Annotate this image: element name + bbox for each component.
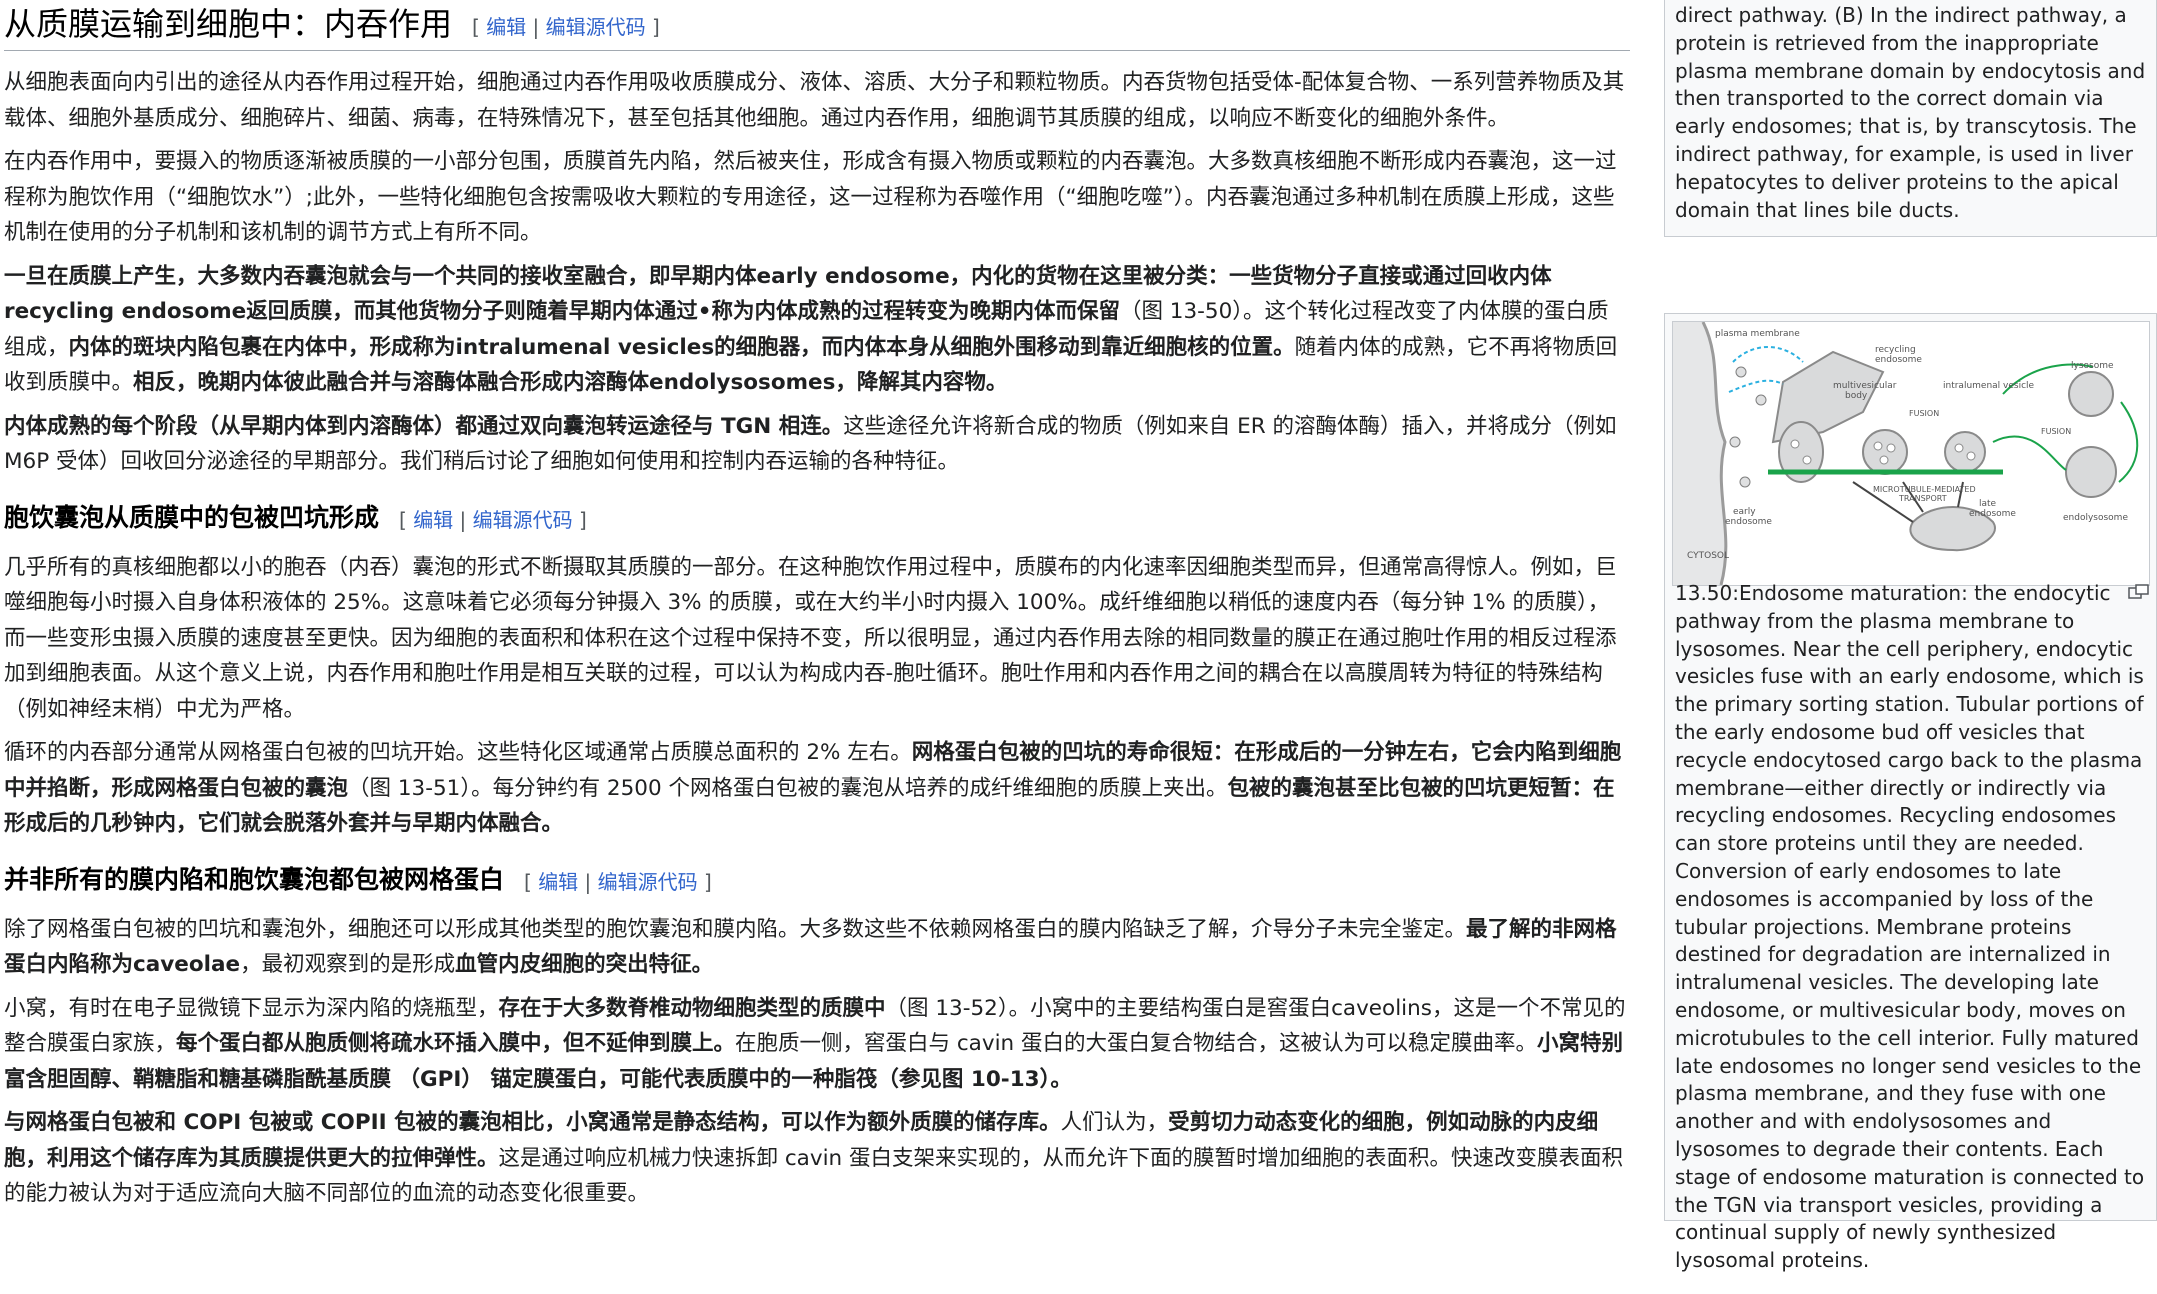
label-recycling: recycling bbox=[1875, 345, 1916, 355]
text: ，最初观察到的是形成 bbox=[240, 952, 456, 977]
label-recycling-endosome: endosome bbox=[1875, 355, 1922, 365]
bold-text: 内体的斑块内陷包裹在内体中，形成称为intralumenal vesicles的… bbox=[68, 334, 1295, 360]
endolysosome bbox=[2065, 446, 2117, 498]
bold-text: 血管内皮细胞的突出特征。 bbox=[455, 952, 714, 977]
intralumenal-vesicle bbox=[1790, 439, 1800, 449]
edit-link[interactable]: 编辑 bbox=[413, 508, 453, 532]
label-multivesicular: multivesicular bbox=[1833, 381, 1897, 391]
label-fusion: FUSION bbox=[2041, 427, 2071, 436]
label-late: late bbox=[1979, 499, 1997, 509]
intralumenal-vesicle bbox=[1879, 455, 1889, 465]
edit-source-link[interactable]: 编辑源代码 bbox=[473, 508, 573, 532]
cytosol-region bbox=[1673, 322, 1726, 585]
subsection-title: 胞饮囊泡从质膜中的包被凹坑形成 bbox=[4, 503, 380, 533]
label-transport: TRANSPORT bbox=[1898, 494, 1947, 503]
endosome-maturation-figure[interactable]: plasma membrane recycling endosome multi… bbox=[1672, 321, 2150, 586]
edit-source-link[interactable]: 编辑源代码 bbox=[546, 15, 646, 39]
edit-source-link[interactable]: 编辑源代码 bbox=[598, 870, 698, 894]
label-late-endosome: endosome bbox=[1969, 509, 2016, 519]
intralumenal-vesicle bbox=[1966, 451, 1976, 461]
recycling-arrow bbox=[1732, 346, 1804, 363]
paragraph: 几乎所有的真核细胞都以小的胞吞（内吞）囊泡的形式不断摄取其质膜的一部分。在这种胞… bbox=[4, 554, 1617, 722]
text: 在胞质一侧，窖蛋白与 cavin 蛋白的大蛋白复合物结合，这被认为可以稳定膜曲率… bbox=[735, 1031, 1538, 1056]
text: 循环的内吞部分通常从网格蛋白包被的凹坑开始。这些特化区域通常占质膜总面积的 2%… bbox=[4, 740, 912, 765]
endosome-diagram: plasma membrane recycling endosome multi… bbox=[1673, 321, 2139, 586]
section-heading: 从质膜运输到细胞中：内吞作用 [ 编辑 | 编辑源代码 ] bbox=[4, 0, 1630, 51]
label-early-endosome: endosome bbox=[1725, 517, 1772, 527]
figure-thumbnail: plasma membrane recycling endosome multi… bbox=[1664, 313, 2157, 1272]
text: 除了网格蛋白包被的凹坑和囊泡外，细胞还可以形成其他类型的胞饮囊泡和膜内陷。大多数… bbox=[4, 916, 1467, 942]
paragraph: 与网格蛋白包被和 COPI 包被或 COPII 包被的囊泡相比，小窝通常是静态结… bbox=[4, 1105, 1630, 1212]
label-plasma-membrane: plasma membrane bbox=[1715, 329, 1800, 339]
text: （图 13-51）。每分钟约有 2500 个网格蛋白包被的囊泡从培养的成纤维细胞… bbox=[348, 775, 1228, 801]
subsection-heading: 胞饮囊泡从质膜中的包被凹坑形成 [ 编辑 | 编辑源代码 ] bbox=[4, 498, 1630, 540]
text: 人们认为， bbox=[1060, 1110, 1169, 1135]
edit-link[interactable]: 编辑 bbox=[538, 870, 578, 894]
paragraph: 一旦在质膜上产生，大多数内吞囊泡就会与一个共同的接收室融合，即早期内体early… bbox=[4, 259, 1630, 401]
edit-link[interactable]: 编辑 bbox=[486, 15, 526, 39]
section-title: 从质膜运输到细胞中：内吞作用 bbox=[4, 5, 453, 44]
intralumenal-vesicle bbox=[1954, 443, 1964, 453]
bold-text: 相反，晚期内体彼此融合并与溶酶体融合形成内溶酶体endolysosomes，降解… bbox=[133, 370, 1008, 395]
paragraph: 循环的内吞部分通常从网格蛋白包被的凹坑开始。这些特化区域通常占质膜总面积的 2%… bbox=[4, 735, 1630, 842]
paragraph: 小窝，有时在电子显微镜下显示为深内陷的烧瓶型，存在于大多数脊椎动物细胞类型的质膜… bbox=[4, 991, 1630, 1098]
label-fusion: FUSION bbox=[1909, 409, 1939, 418]
paragraph: 在内吞作用中，要摄入的物质逐渐被质膜的一小部分包围，质膜首先内陷，然后被夹住，形… bbox=[4, 149, 1617, 245]
bold-text: 每个蛋白都从胞质侧将疏水环插入膜中，但不延伸到膜上。 bbox=[176, 1031, 736, 1056]
edit-section-links: [ 编辑 | 编辑源代码 ] bbox=[524, 870, 712, 894]
subsection-heading: 并非所有的膜内陷和胞饮囊泡都包被网格蛋白 [ 编辑 | 编辑源代码 ] bbox=[4, 860, 1630, 902]
label-microtubule: MICROTUBULE-MEDIATED bbox=[1873, 485, 1976, 494]
multivesicular-body bbox=[1862, 429, 1908, 475]
recycling-arrow bbox=[1728, 379, 1784, 393]
edit-section-links: [ 编辑 | 编辑源代码 ] bbox=[472, 14, 660, 39]
label-endolysosome: endolysosome bbox=[2063, 513, 2128, 523]
fusion-arrow bbox=[1992, 435, 2067, 471]
intralumenal-vesicle bbox=[1886, 443, 1896, 453]
paragraph: 内体成熟的每个阶段（从早期内体到内溶酶体）都通过双向囊泡转运途径与 TGN 相连… bbox=[4, 409, 1630, 480]
figure-caption: 13.50:Endosome maturation: the endocytic… bbox=[1675, 581, 2145, 1273]
vesicle bbox=[1729, 436, 1741, 448]
text: 小窝，有时在电子显微镜下显示为深内陷的烧瓶型， bbox=[4, 995, 499, 1021]
bold-text: 与网格蛋白包被和 COPI 包被或 COPII 包被的囊泡相比，小窝通常是静态结… bbox=[4, 1110, 1061, 1135]
fusion-arrow bbox=[2118, 401, 2139, 483]
late-endosome bbox=[1944, 431, 1986, 473]
label-cytosol: CYTOSOL bbox=[1687, 551, 1729, 561]
intralumenal-vesicle bbox=[1873, 441, 1883, 451]
paragraph: 除了网格蛋白包被的凹坑和囊泡外，细胞还可以形成其他类型的胞饮囊泡和膜内陷。大多数… bbox=[4, 912, 1630, 983]
vesicle bbox=[1755, 394, 1767, 406]
edit-section-links: [ 编辑 | 编辑源代码 ] bbox=[399, 508, 587, 532]
bold-text: 存在于大多数脊椎动物细胞类型的质膜中 bbox=[498, 995, 886, 1021]
intralumenal-vesicle bbox=[1802, 455, 1812, 465]
figure-caption: direct pathway. (B) In the indirect path… bbox=[1664, 0, 2157, 238]
label-intralumenal: intralumenal vesicle bbox=[1943, 381, 2035, 391]
vesicle bbox=[1735, 366, 1747, 378]
bold-text: 内体成熟的每个阶段（从早期内体到内溶酶体）都通过双向囊泡转运途径与 TGN 相连… bbox=[4, 413, 844, 439]
sidebar-figures: direct pathway. (B) In the indirect path… bbox=[1664, 0, 2157, 1272]
label-lysosome: lysosome bbox=[2071, 361, 2114, 371]
vesicle bbox=[1739, 476, 1751, 488]
paragraph: 从细胞表面向内引出的途径从内吞作用过程开始，细胞通过内吞作用吸收质膜成分、液体、… bbox=[4, 70, 1625, 131]
label-early: early bbox=[1733, 507, 1756, 517]
lysosome bbox=[2068, 371, 2114, 417]
label-body: body bbox=[1845, 391, 1868, 401]
subsection-title: 并非所有的膜内陷和胞饮囊泡都包被网格蛋白 bbox=[4, 865, 505, 895]
article-content: 从质膜运输到细胞中：内吞作用 [ 编辑 | 编辑源代码 ] 从细胞表面向内引出的… bbox=[4, 0, 1630, 1220]
